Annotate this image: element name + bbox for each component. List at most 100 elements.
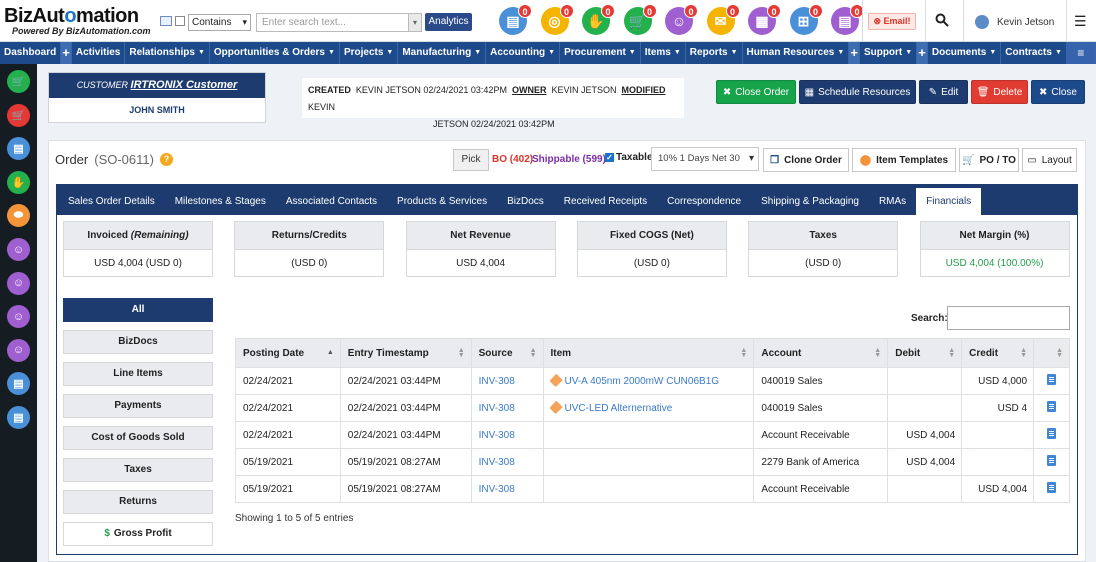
help-icon[interactable]: ?: [159, 153, 173, 166]
nav-reports[interactable]: Reports ▼: [686, 42, 743, 64]
nav-procurement[interactable]: Procurement ▼: [560, 42, 641, 64]
close-button[interactable]: ✖ Close: [1031, 80, 1085, 104]
col-account[interactable]: Account ▲ ▼: [753, 338, 889, 368]
email-button[interactable]: ⊗ Email!: [868, 13, 916, 30]
search-dropdown-icon[interactable]: ▾: [408, 14, 421, 31]
clone-order-button[interactable]: ❐ Clone Order: [763, 148, 849, 172]
col-credit[interactable]: Credit ▲ ▼: [961, 338, 1035, 368]
nav-human-resources[interactable]: Human Resources ▼: [743, 42, 850, 64]
owner-label[interactable]: OWNER: [512, 85, 547, 95]
col-debit[interactable]: Debit ▲ ▼: [887, 338, 963, 368]
analytics-button[interactable]: Analytics: [425, 13, 472, 31]
nav-relationships[interactable]: Relationships ▼: [125, 42, 210, 64]
document-icon[interactable]: [1047, 374, 1057, 385]
tab-associated-contacts[interactable]: Associated Contacts: [276, 188, 387, 215]
close-order-button[interactable]: ✖ Close Order: [716, 80, 796, 104]
org-chart-icon[interactable]: ⊞ 0: [789, 4, 823, 35]
cart-icon[interactable]: 🛒: [7, 70, 30, 93]
user-menu[interactable]: Kevin Jetson: [975, 15, 1054, 29]
orders-icon[interactable]: ▤ 0: [499, 4, 532, 35]
nav-accounting[interactable]: Accounting ▼: [486, 42, 561, 64]
customer-contact[interactable]: JOHN SMITH: [49, 105, 265, 115]
nav-items[interactable]: Items ▼: [641, 42, 686, 64]
nav-add-icon[interactable]: +: [61, 42, 72, 64]
col-posting-date[interactable]: Posting Date ▲: [235, 338, 341, 368]
contacts-icon[interactable]: ☺: [7, 338, 30, 362]
source-link[interactable]: INV-308: [470, 448, 544, 476]
opportunities-icon[interactable]: ◎ 0: [540, 4, 574, 35]
tab-financials[interactable]: Financials: [916, 188, 982, 215]
mail-icon[interactable]: ✉ 0: [706, 4, 740, 35]
col-entry-timestamp[interactable]: Entry Timestamp ▲ ▼: [339, 338, 472, 368]
edit-button[interactable]: ✎ Edit: [919, 80, 968, 104]
mail-filter-icon[interactable]: [160, 16, 172, 26]
po-to-button[interactable]: 🛒 PO / TO: [959, 148, 1019, 172]
pick-button[interactable]: Pick: [453, 149, 489, 171]
cart-icon[interactable]: 🛒: [7, 103, 30, 127]
delete-button[interactable]: 🗑 Delete: [971, 80, 1028, 104]
filter-returns[interactable]: Returns: [63, 490, 213, 514]
nav-opportunities-orders[interactable]: Opportunities & Orders ▼: [210, 42, 340, 64]
documents-icon[interactable]: ▤ 0: [831, 4, 864, 35]
col-actions[interactable]: ▲ ▼: [1033, 338, 1070, 368]
filter-bizdocs[interactable]: BizDocs: [63, 330, 213, 354]
taxable-checkbox[interactable]: ✓ Taxable: [605, 152, 653, 163]
logo[interactable]: BizAutomation Powered By BizAutomation.c…: [4, 6, 151, 36]
orders-icon[interactable]: ▤: [7, 372, 30, 396]
orders-icon[interactable]: ▤: [7, 406, 30, 429]
filter-all[interactable]: All: [63, 298, 213, 322]
tag-icon[interactable]: ⬬: [7, 204, 30, 228]
nav-add-icon[interactable]: +: [849, 42, 860, 64]
nav-documents[interactable]: Documents ▼: [928, 42, 1002, 64]
calendar-icon[interactable]: ▦ 0: [748, 4, 781, 35]
document-icon[interactable]: [1047, 401, 1057, 412]
filter-gross-profit[interactable]: $ Gross Profit: [63, 522, 213, 546]
cart-icon[interactable]: 🛒 0: [623, 4, 657, 35]
source-link[interactable]: INV-308: [470, 394, 544, 422]
contacts-icon[interactable]: ☺: [7, 305, 30, 329]
filter-line-items[interactable]: Line Items: [63, 362, 213, 386]
tab-milestones-stages[interactable]: Milestones & Stages: [165, 188, 276, 215]
search-input[interactable]: Enter search text...: [256, 13, 422, 32]
item-templates-button[interactable]: ⬤ Item Templates: [852, 148, 956, 172]
search-icon[interactable]: [935, 13, 949, 30]
source-link[interactable]: INV-308: [470, 421, 544, 449]
tab-sales-order-details[interactable]: Sales Order Details: [58, 188, 165, 215]
tab-bizdocs[interactable]: BizDocs: [497, 188, 554, 215]
nav-projects[interactable]: Projects ▼: [340, 42, 399, 64]
source-link[interactable]: INV-308: [470, 367, 544, 395]
customer-name-link[interactable]: IRTRONIX Customer: [131, 79, 238, 91]
filter-payments[interactable]: Payments: [63, 394, 213, 418]
orders-icon[interactable]: ▤: [7, 137, 30, 161]
handshake-icon[interactable]: ✋ 0: [582, 4, 615, 35]
table-search-input[interactable]: [947, 306, 1070, 330]
list-view-icon[interactable]: ≡: [1066, 42, 1096, 64]
filter-taxes[interactable]: Taxes: [63, 458, 213, 482]
nav-activities[interactable]: Activities: [72, 42, 126, 64]
nav-support[interactable]: Support ▼: [860, 42, 918, 64]
document-icon[interactable]: [1047, 455, 1057, 466]
hamburger-menu-icon[interactable]: ☰: [1074, 13, 1087, 30]
tab-correspondence[interactable]: Correspondence: [657, 188, 751, 215]
contacts-icon[interactable]: ☺: [7, 238, 30, 261]
source-link[interactable]: INV-308: [470, 475, 544, 503]
tab-received-receipts[interactable]: Received Receipts: [554, 188, 657, 215]
item-link[interactable]: UV-A 405nm 2000mW CUN06B1G: [542, 367, 755, 395]
col-item[interactable]: Item ▲ ▼: [542, 338, 755, 368]
document-icon[interactable]: [1047, 482, 1057, 493]
search-checkbox[interactable]: [175, 16, 185, 26]
nav-add-icon[interactable]: +: [917, 42, 928, 64]
nav-manufacturing[interactable]: Manufacturing ▼: [398, 42, 487, 64]
nav-dashboard[interactable]: Dashboard: [0, 42, 62, 64]
document-icon[interactable]: [1047, 428, 1057, 439]
modified-label[interactable]: MODIFIED: [622, 85, 666, 95]
col-source[interactable]: Source ▲ ▼: [470, 338, 544, 368]
search-scope-select[interactable]: Contains: [188, 14, 251, 31]
tab-products-services[interactable]: Products & Services: [387, 188, 497, 215]
filter-cost-of-goods-sold[interactable]: Cost of Goods Sold: [63, 426, 213, 450]
item-link[interactable]: UVC-LED Alternernative: [542, 394, 755, 422]
tab-shipping-packaging[interactable]: Shipping & Packaging: [751, 188, 869, 215]
payment-terms-select[interactable]: 10% 1 Days Net 30: [651, 147, 759, 171]
handshake-icon[interactable]: ✋: [7, 170, 30, 194]
schedule-resources-button[interactable]: ▦ Schedule Resources: [799, 80, 916, 104]
